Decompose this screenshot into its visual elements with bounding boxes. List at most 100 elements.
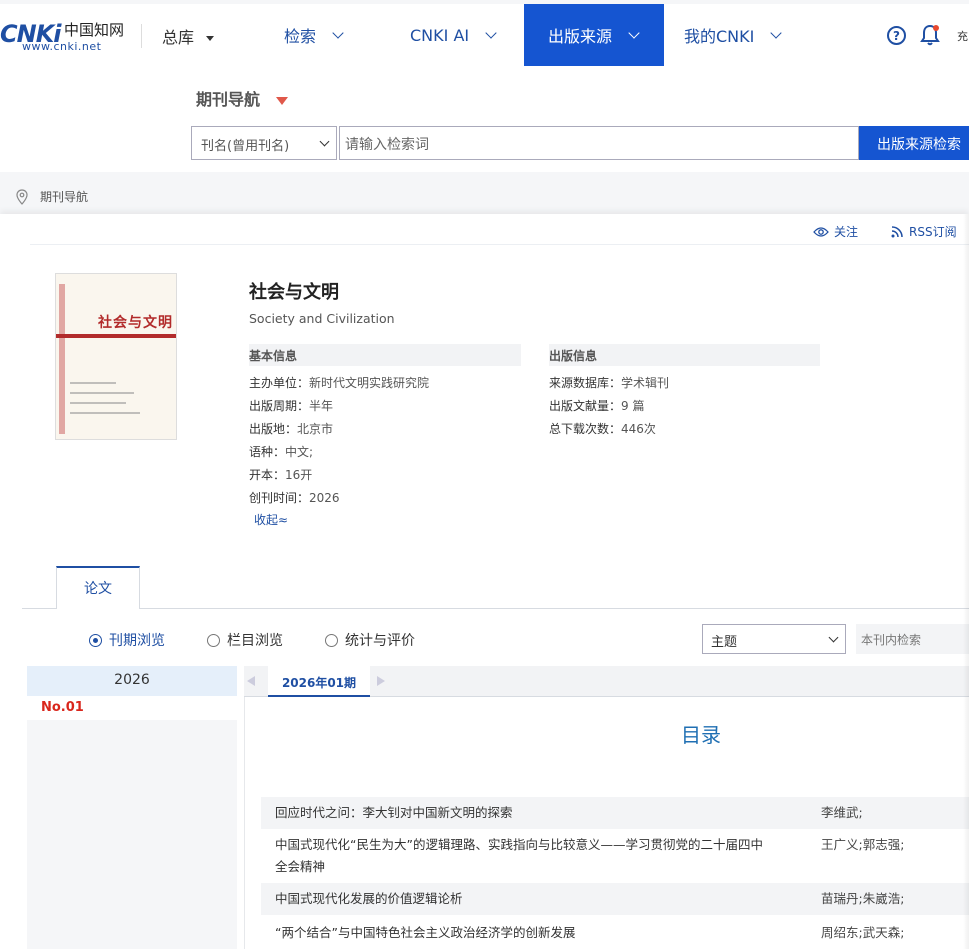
topic-select[interactable]: 主题: [702, 624, 846, 654]
next-arrow-icon[interactable]: [377, 676, 385, 686]
cover-band: [56, 334, 176, 338]
info-row-language: 语种：中文;: [249, 443, 313, 460]
info-key: 创刊时间：: [249, 491, 310, 505]
issue-tab-current[interactable]: 2026年01期: [268, 666, 370, 697]
breadcrumb-item[interactable]: 期刊导航: [40, 188, 88, 205]
cnki-logo[interactable]: CNKi 中国知网 www.cnki.net: [0, 18, 130, 53]
bell-icon[interactable]: [920, 24, 940, 46]
journal-navigation-title: 期刊导航: [196, 90, 261, 109]
info-row-sponsor: 主办单位：新时代文明实践研究院: [249, 374, 429, 391]
rss-icon: [891, 225, 903, 237]
info-key: 主办单位：: [249, 376, 310, 390]
publication-search-button[interactable]: 出版来源检索: [859, 126, 969, 160]
journal-detail-card: 关注 RSS订阅 社会与文明 社会与文明 Society and Civiliz…: [0, 214, 969, 949]
radio-label: 栏目浏览: [227, 633, 283, 649]
topic-select-value: 主题: [711, 635, 738, 650]
nav-publication-source[interactable]: 出版来源: [524, 4, 664, 66]
collapse-link[interactable]: 收起≈: [254, 511, 288, 528]
article-authors[interactable]: 周绍东;武天森;: [821, 922, 904, 944]
article-authors[interactable]: 李维武;: [821, 802, 863, 824]
radio-dot: [207, 633, 220, 647]
logo-chinese-name: 中国知网: [64, 21, 125, 39]
nav-search-label: 检索: [284, 27, 317, 46]
journal-nav-header: 期刊导航 刊名(曾用刊名) 请输入检索词 出版来源检索: [0, 66, 969, 172]
in-journal-search-input[interactable]: 本刊内检索: [856, 624, 969, 654]
year-header[interactable]: 2026: [27, 666, 237, 696]
cover-title: 社会与文明: [98, 315, 173, 331]
help-icon[interactable]: ?: [887, 26, 906, 45]
info-value: 学术辑刊: [621, 376, 670, 390]
journal-title: 社会与文明: [249, 282, 339, 303]
cover-line: [70, 392, 134, 394]
chevron-down-icon: [828, 632, 839, 643]
divider: [30, 244, 969, 245]
info-value: 2026: [309, 491, 340, 505]
rss-subscribe-button[interactable]: RSS订阅: [891, 223, 957, 240]
journal-navigation-dropdown[interactable]: 期刊导航: [196, 86, 289, 110]
chevron-down-icon: [332, 26, 344, 39]
info-row-period: 出版周期：半年: [249, 397, 333, 414]
search-field-select[interactable]: 刊名(曾用刊名): [191, 126, 337, 160]
radio-label: 统计与评价: [345, 633, 415, 649]
info-key: 语种：: [249, 445, 286, 459]
nav-search[interactable]: 检索: [284, 4, 344, 66]
eye-icon: [813, 226, 829, 237]
journal-cover-image: 社会与文明: [55, 273, 177, 440]
article-authors[interactable]: 苗瑞丹;朱崴浩;: [821, 888, 904, 910]
tab-papers[interactable]: 论文: [56, 566, 140, 609]
radio-dot: [325, 633, 338, 647]
year-panel: [27, 696, 237, 949]
info-value: 446次: [621, 422, 656, 436]
cover-line: [70, 412, 140, 414]
top-navigation-bar: CNKi 中国知网 www.cnki.net 总库 检索 CNKI AI 出版来…: [0, 4, 969, 66]
info-value: 半年: [309, 399, 334, 413]
basic-info-header: 基本信息: [249, 344, 521, 366]
chevron-down-icon: [770, 26, 783, 39]
radio-issue-browse[interactable]: 刊期浏览: [89, 630, 165, 650]
info-key: 开本：: [249, 468, 286, 482]
cover-decoration: [59, 284, 65, 434]
info-key: 出版地：: [249, 422, 298, 436]
rss-label: RSS订阅: [909, 225, 957, 239]
info-row-format: 开本：16开: [249, 466, 312, 483]
follow-button[interactable]: 关注: [813, 223, 858, 240]
article-authors[interactable]: 王广义;郭志强;: [821, 834, 904, 856]
table-row: 中国式现代化“民生为大”的逻辑理路、实践指向与比较意义——学习贯彻党的二十届四中…: [261, 831, 969, 881]
info-row-source-db: 来源数据库：学术辑刊: [549, 374, 669, 391]
article-title-line2[interactable]: 全会精神: [275, 856, 325, 878]
scroll-shadow: [963, 214, 969, 949]
breadcrumb: 期刊导航: [16, 188, 88, 205]
info-row-doc-count: 出版文献量：9 篇: [549, 397, 644, 414]
library-dropdown[interactable]: 总库: [162, 24, 215, 48]
radio-label: 刊期浏览: [109, 633, 165, 649]
nav-my-cnki[interactable]: 我的CNKI: [684, 4, 783, 66]
radio-column-browse[interactable]: 栏目浏览: [207, 630, 283, 650]
info-key: 总下载次数：: [549, 422, 622, 436]
nav-cnki-ai-label: CNKI AI: [410, 25, 470, 45]
info-value: 北京市: [297, 422, 334, 436]
article-title[interactable]: 中国式现代化“民生为大”的逻辑理路、实践指向与比较意义——学习贯彻党的二十届四中: [275, 834, 763, 856]
chevron-down-icon: [319, 136, 330, 147]
recharge-link[interactable]: 充: [957, 28, 968, 44]
info-value: 中文;: [285, 445, 314, 459]
library-label: 总库: [162, 28, 195, 47]
article-title[interactable]: “两个结合”与中国特色社会主义政治经济学的创新发展: [275, 922, 575, 944]
radio-dot: [89, 633, 102, 647]
article-title[interactable]: 回应时代之问：李大钊对中国新文明的探索: [275, 802, 513, 824]
table-row: 中国式现代化发展的价值逻辑论析 苗瑞丹;朱崴浩;: [261, 883, 969, 915]
info-key: 出版文献量：: [549, 399, 622, 413]
table-row: “两个结合”与中国特色社会主义政治经济学的创新发展 周绍东;武天森;: [261, 917, 969, 949]
issue-link[interactable]: No.01: [27, 696, 237, 720]
info-row-place: 出版地：北京市: [249, 420, 333, 437]
article-title[interactable]: 中国式现代化发展的价值逻辑论析: [275, 888, 463, 910]
prev-arrow-icon[interactable]: [247, 676, 255, 686]
toc-title: 目录: [681, 723, 721, 747]
nav-publication-source-label: 出版来源: [548, 27, 613, 46]
nav-cnki-ai[interactable]: CNKI AI: [410, 4, 497, 66]
publication-info-header: 出版信息: [549, 344, 820, 366]
tab-divider: [22, 608, 969, 609]
radio-stats-evaluation[interactable]: 统计与评价: [325, 630, 415, 650]
search-field-value: 刊名(曾用刊名): [201, 139, 290, 154]
search-input[interactable]: 请输入检索词: [339, 126, 859, 160]
journal-english-title: Society and Civilization: [249, 311, 395, 326]
